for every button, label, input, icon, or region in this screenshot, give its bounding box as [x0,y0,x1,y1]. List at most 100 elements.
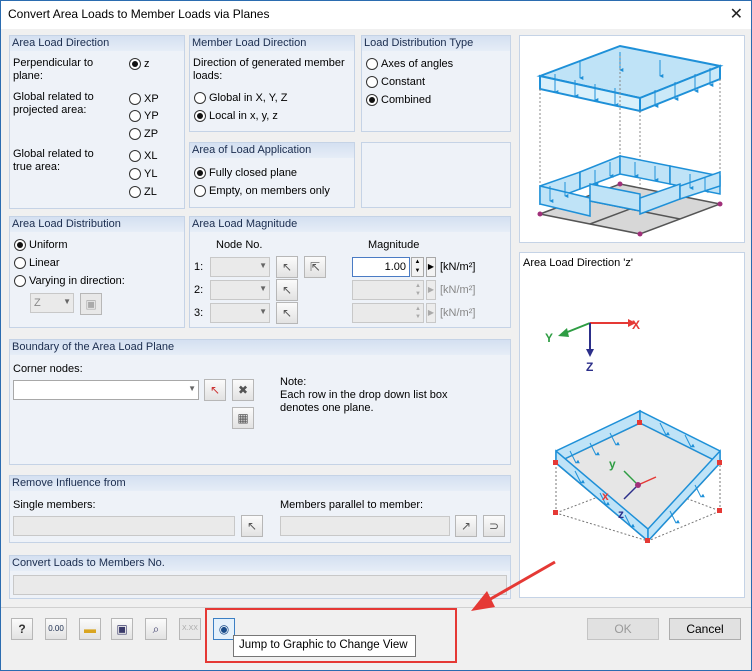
chevron-down-icon: ▼ [259,261,267,270]
node-select-3[interactable]: ▼ [210,303,270,323]
spinner-icon: ▲ ▼ [415,283,421,297]
calculator-icon: 0.00 [48,624,64,633]
area-load-direction-panel: Area Load Direction Perpendicular to pla… [9,35,185,209]
cursor-icon: ↖ [246,519,258,533]
chevron-down-icon: ▼ [259,307,267,316]
local-x-label: x [602,489,609,503]
panel-header: Convert Loads to Members No. [10,556,510,571]
radio-global-xyz-label: Global in X, Y, Z [209,92,288,104]
radio-local-xyz[interactable] [194,110,206,122]
decimal-icon: X.XX [182,625,198,632]
ok-button[interactable]: OK [587,618,659,640]
parallel-members-input[interactable] [280,516,450,536]
help-button[interactable]: ? [11,618,33,640]
panel-header: Area Load Direction [10,36,184,51]
unit-label-3: [kN/m²] [440,307,476,319]
pick-node-2-button[interactable]: ↖ [276,279,298,301]
radio-empty-members[interactable] [194,185,206,197]
pick-node-1-button[interactable]: ↖ [276,256,298,278]
preview-direction-label: Area Load Direction 'z' [523,257,633,269]
panel-header: Area Load Magnitude [190,217,510,232]
dialog-window: Convert Area Loads to Member Loads via P… [0,0,752,671]
pick-single-members-button[interactable]: ↖ [241,515,263,537]
pick-parallel-member-button[interactable]: ↗ [455,515,477,537]
global-y-label: Y [545,331,554,345]
radio-axes-of-angles[interactable] [366,58,378,70]
radio-fully-closed[interactable] [194,167,206,179]
pick-corner-nodes-button[interactable]: ↖ [204,379,226,401]
load-distribution-type-panel: Load Distribution Type Axes of angles Co… [361,35,511,132]
cursor-icon: ↖ [281,260,293,274]
projected-area-label: Global related to projected area: [13,91,94,116]
radio-uniform[interactable] [14,239,26,251]
add-plane-button[interactable]: ▦ [232,407,254,429]
preview-button[interactable]: ⌕ [145,618,167,640]
decimal-places-button[interactable]: X.XX [179,618,201,640]
radio-combined[interactable] [366,94,378,106]
pick-node-3-button[interactable]: ↖ [276,302,298,324]
load-distribution-preview [519,35,745,243]
direction-value: Z [34,297,41,309]
panel-header: Area Load Distribution [10,217,184,232]
area-load-direction-preview: Area Load Direction 'z' X Y Z y x z [519,252,745,598]
radio-zp[interactable] [129,128,141,140]
multi-cursor-icon: ⇱ [309,260,321,274]
edit-direction-button[interactable]: ▣ [80,293,102,315]
panel-header: Remove Influence from [10,476,510,491]
corner-nodes-select[interactable]: ▼ [13,380,199,400]
radio-combined-label: Combined [381,94,432,106]
radio-uniform-label: Uniform [29,239,68,251]
remove-influence-panel: Remove Influence from Single members: ↖ … [9,475,511,543]
unit-label-1: [kN/m²] [440,261,476,273]
load-plane-illustration [536,44,724,237]
spinner-1[interactable]: ▲ ▼ [411,257,424,277]
radio-linear[interactable] [14,257,26,269]
save-button[interactable]: ▣ [111,618,133,640]
arrow-right-icon[interactable]: ▶ [426,257,436,277]
close-icon[interactable]: ✕ [730,4,743,24]
title-bar: Convert Area Loads to Member Loads via P… [1,1,751,29]
radio-xl[interactable] [129,150,141,162]
node-column-header: Node No. [216,239,263,251]
radio-z[interactable] [129,58,141,70]
radio-yp-label: YP [144,110,159,122]
radio-constant[interactable] [366,76,378,88]
delete-plane-button[interactable]: ✖ [232,379,254,401]
radio-yl-label: YL [144,168,158,180]
note-title: Note: [280,376,307,388]
chevron-down-icon: ▼ [259,284,267,293]
node-select-2[interactable]: ▼ [210,280,270,300]
table-add-icon: ▦ [237,411,249,425]
panel-header: Area of Load Application [190,143,354,158]
arrow-right-icon[interactable]: ▶ [426,280,436,300]
single-members-input[interactable] [13,516,235,536]
chevron-down-icon: ▼ [63,297,71,306]
radio-empty-label: Empty, on members only [209,185,330,197]
cancel-button[interactable]: Cancel [669,618,741,640]
radio-zl[interactable] [129,186,141,198]
radio-yp[interactable] [129,110,141,122]
calculator-button[interactable]: 0.00 [45,618,67,640]
cursor-icon: ↖ [281,306,293,320]
magnitude-input-2[interactable]: ▲ ▼ [352,280,424,300]
link-icon: ⊃ [488,519,500,533]
direction-select[interactable]: Z ▼ [30,293,74,313]
node-select-1[interactable]: ▼ [210,257,270,277]
local-y-label: y [609,457,616,471]
link-button[interactable]: ⊃ [483,515,505,537]
radio-yl[interactable] [129,168,141,180]
magnitude-input-1[interactable]: 1.00 [352,257,410,277]
convert-members-input[interactable] [13,575,507,595]
radio-xp[interactable] [129,93,141,105]
arrow-right-icon[interactable]: ▶ [426,303,436,323]
row-label: 3: [194,307,204,319]
boundary-panel: Boundary of the Area Load Plane Corner n… [9,339,511,465]
pick-nodes-3-button[interactable]: ⇱ [304,256,326,278]
radio-axes-label: Axes of angles [381,58,454,70]
pick-cursor-icon: ↖ [209,383,221,397]
radio-varying[interactable] [14,275,26,287]
member-load-desc: Direction of generated member loads: [193,57,345,82]
magnitude-input-3[interactable]: ▲ ▼ [352,303,424,323]
radio-global-xyz[interactable] [194,92,206,104]
open-button[interactable]: ▬ [79,618,101,640]
